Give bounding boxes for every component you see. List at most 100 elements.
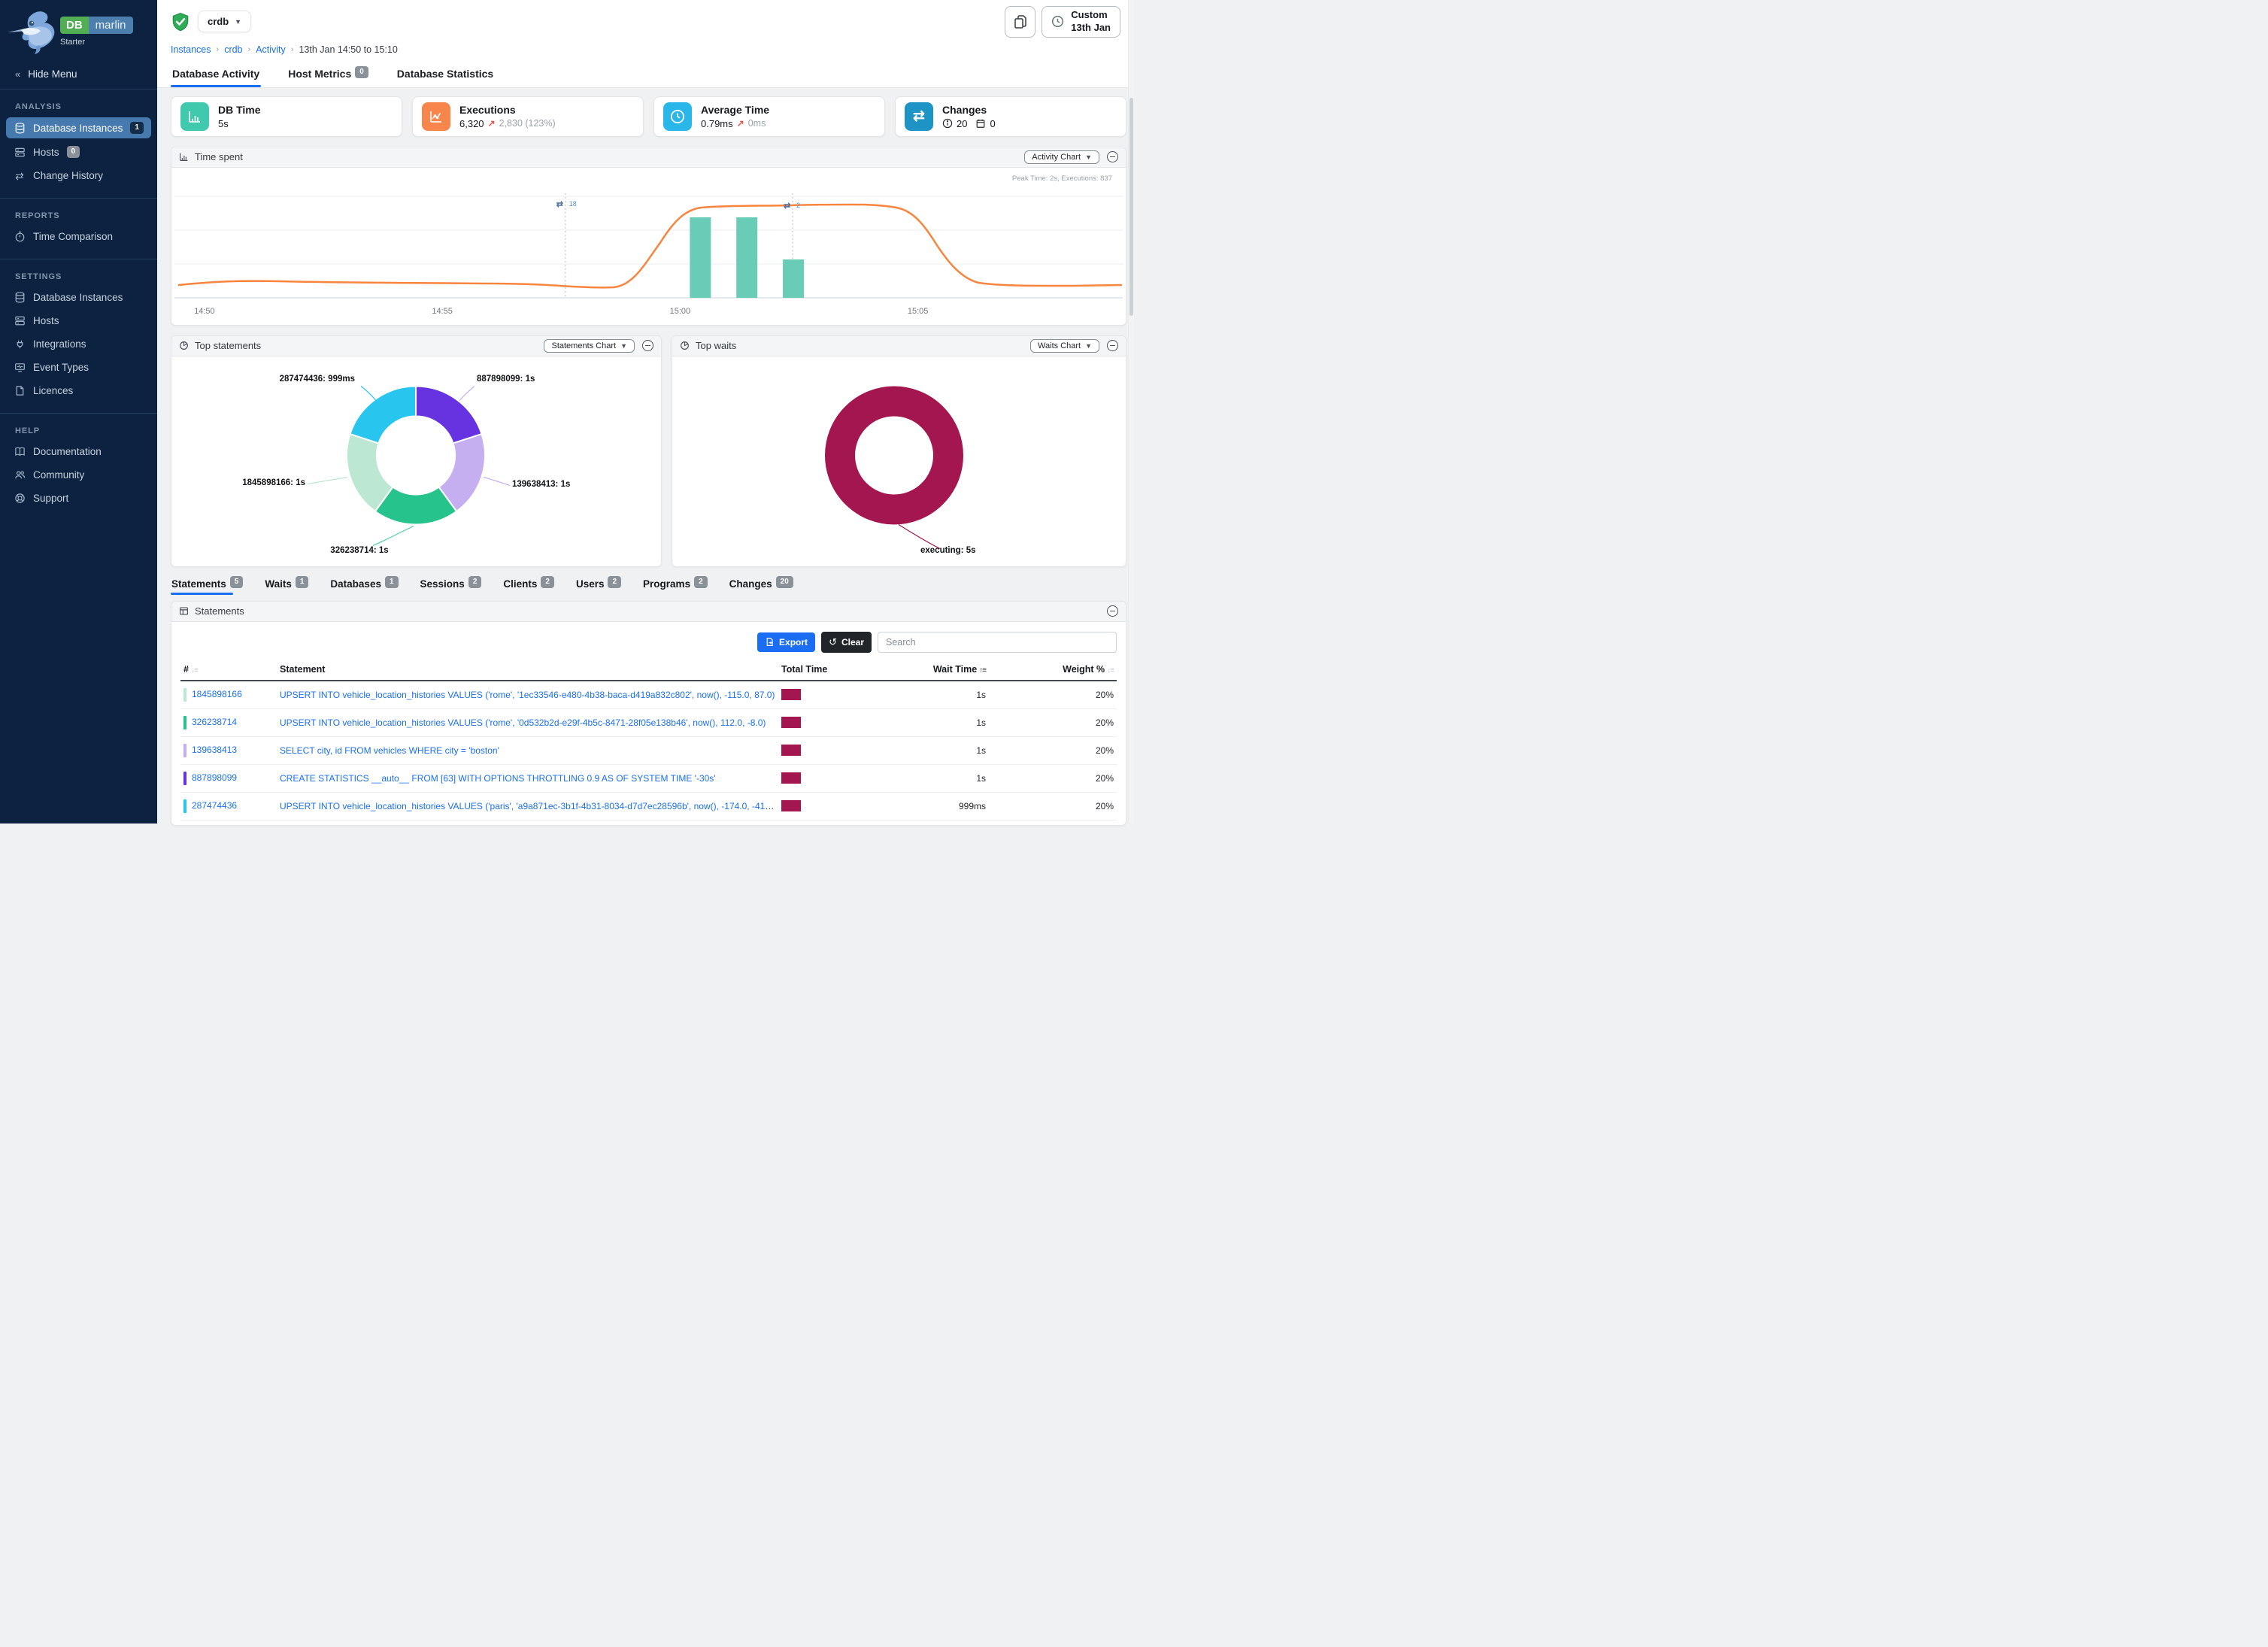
- section-title-settings: SETTINGS: [0, 259, 157, 286]
- waits-chart-selector[interactable]: Waits Chart ▼: [1030, 339, 1099, 353]
- time-spent-chart: Peak Time: 2s, Executions: 837 ⇄ 18 ⇄ 2: [171, 168, 1126, 325]
- table-icon: [179, 606, 189, 616]
- column-header-wait-time[interactable]: Wait Time↑≡: [854, 660, 989, 681]
- donut-label: executing: 5s: [920, 546, 976, 555]
- executions-bar[interactable]: [783, 259, 804, 298]
- breadcrumb-activity[interactable]: Activity: [256, 44, 286, 55]
- statement-id-link[interactable]: 1845898166: [192, 689, 242, 699]
- statement-id-link[interactable]: 326238714: [192, 717, 237, 727]
- section-title-reports: REPORTS: [0, 199, 157, 225]
- breadcrumb-crdb[interactable]: crdb: [224, 44, 242, 55]
- chevron-down-icon: ▼: [1085, 342, 1092, 350]
- donut-slice-executing[interactable]: [840, 401, 948, 509]
- statement-color-chip: [183, 799, 186, 813]
- time-range-button[interactable]: Custom13th Jan: [1042, 6, 1120, 38]
- sidebar-item-documentation[interactable]: Documentation: [6, 441, 151, 462]
- panel-title: Top waits: [696, 340, 736, 351]
- clear-button[interactable]: ↺ Clear: [821, 632, 872, 653]
- scrollbar-thumb[interactable]: [1129, 98, 1133, 316]
- statement-link[interactable]: UPSERT INTO vehicle_location_histories V…: [280, 717, 766, 728]
- sidebar-item-database-instances[interactable]: Database Instances 1: [6, 117, 151, 138]
- sort-icon: ↓≡: [191, 666, 198, 675]
- book-icon: [14, 446, 26, 457]
- change-marker-icon[interactable]: ⇄: [556, 200, 563, 209]
- tab-clients[interactable]: Clients2: [502, 578, 555, 595]
- total-time-bar: [781, 717, 801, 728]
- sidebar-item-time-comparison[interactable]: Time Comparison: [6, 226, 151, 247]
- table-toolbar: Export ↺ Clear: [171, 622, 1126, 660]
- total-time-bar: [781, 772, 801, 784]
- hide-menu-button[interactable]: « Hide Menu: [0, 59, 157, 89]
- sidebar-item-settings-hosts[interactable]: Hosts: [6, 311, 151, 331]
- donut-label: 887898099: 1s: [477, 375, 535, 384]
- tab-database-activity[interactable]: Database Activity: [171, 62, 261, 87]
- collapse-panel-button[interactable]: [1107, 340, 1118, 351]
- activity-chart-selector[interactable]: Activity Chart ▼: [1024, 150, 1099, 164]
- database-icon: [14, 123, 26, 134]
- statement-link[interactable]: SELECT city, id FROM vehicles WHERE city…: [280, 745, 499, 756]
- statement-link[interactable]: UPSERT INTO vehicle_location_histories V…: [280, 801, 775, 811]
- tab-waits[interactable]: Waits1: [264, 578, 309, 595]
- statement-color-chip: [183, 744, 186, 757]
- statement-id-link[interactable]: 287474436: [192, 800, 237, 811]
- sidebar-item-community[interactable]: Community: [6, 465, 151, 485]
- tab-statements[interactable]: Statements5: [171, 578, 244, 595]
- sidebar-item-change-history[interactable]: ⇄ Change History: [6, 165, 151, 186]
- statements-chart-selector[interactable]: Statements Chart ▼: [544, 339, 635, 353]
- time-spent-chart-svg[interactable]: ⇄ 18 ⇄ 2 14:50 14:55 15:00 15:05: [174, 171, 1123, 325]
- tab-changes[interactable]: Changes20: [729, 578, 794, 595]
- statement-link[interactable]: UPSERT INTO vehicle_location_histories V…: [280, 690, 775, 700]
- kpi-row: DB Time 5s Executions 6,320 ↗ 2,830 (123…: [171, 96, 1126, 137]
- executions-bar[interactable]: [736, 217, 757, 298]
- total-time-bar: [781, 745, 801, 756]
- column-header-total-time[interactable]: Total Time: [778, 660, 854, 681]
- sidebar-item-integrations[interactable]: Integrations: [6, 334, 151, 354]
- donut-slice-287474436[interactable]: [350, 386, 417, 443]
- count-badge: 0: [355, 66, 368, 78]
- sidebar: DBmarlin Starter « Hide Menu ANALYSIS Da…: [0, 0, 157, 824]
- statement-color-chip: [183, 716, 186, 729]
- x-tick: 14:55: [432, 307, 452, 316]
- breadcrumb-instances[interactable]: Instances: [171, 44, 211, 55]
- copy-link-button[interactable]: [1005, 6, 1035, 38]
- tab-databases[interactable]: Databases1: [329, 578, 399, 595]
- pie-chart-icon: [179, 341, 189, 350]
- change-marker-icon[interactable]: ⇄: [784, 202, 790, 211]
- top-statements-panel: Top statements Statements Chart ▼: [171, 335, 662, 567]
- instance-selector[interactable]: crdb ▼: [198, 11, 251, 32]
- collapse-panel-button[interactable]: [1107, 151, 1118, 162]
- executions-bar[interactable]: [690, 217, 711, 298]
- main-tabs: Database Activity Host Metrics0 Database…: [171, 62, 1120, 87]
- donut-slice-887898099[interactable]: [416, 386, 482, 443]
- sidebar-item-support[interactable]: Support: [6, 488, 151, 508]
- table-row: 326238714 UPSERT INTO vehicle_location_h…: [180, 708, 1117, 736]
- breadcrumb: Instances › crdb › Activity › 13th Jan 1…: [171, 38, 1120, 58]
- statement-id-link[interactable]: 139638413: [192, 745, 237, 755]
- tab-database-statistics[interactable]: Database Statistics: [396, 62, 495, 87]
- bar-chart-icon: [180, 102, 209, 131]
- sidebar-item-event-types[interactable]: Event Types: [6, 357, 151, 378]
- tab-sessions[interactable]: Sessions2: [420, 578, 483, 595]
- sidebar-item-licences[interactable]: Licences: [6, 381, 151, 401]
- column-header-weight[interactable]: Weight %↓≡: [989, 660, 1117, 681]
- sidebar-item-hosts[interactable]: Hosts 0: [6, 141, 151, 162]
- tab-users[interactable]: Users2: [575, 578, 622, 595]
- db-time-line[interactable]: [179, 205, 1121, 287]
- column-header-id[interactable]: #↓≡: [180, 660, 277, 681]
- tab-host-metrics[interactable]: Host Metrics0: [287, 62, 370, 87]
- collapse-panel-button[interactable]: [1107, 605, 1118, 617]
- content: DB Time 5s Executions 6,320 ↗ 2,830 (123…: [157, 88, 1134, 836]
- statement-link[interactable]: CREATE STATISTICS __auto__ FROM [63] WIT…: [280, 773, 716, 784]
- breadcrumb-current: 13th Jan 14:50 to 15:10: [299, 44, 397, 55]
- x-tick: 14:50: [194, 307, 214, 316]
- section-title-analysis: ANALYSIS: [0, 89, 157, 116]
- sidebar-item-settings-database-instances[interactable]: Database Instances: [6, 287, 151, 308]
- column-header-statement[interactable]: Statement: [277, 660, 778, 681]
- search-input[interactable]: [878, 632, 1117, 653]
- info-circle-icon: [942, 118, 953, 129]
- tab-programs[interactable]: Programs2: [642, 578, 708, 595]
- collapse-panel-button[interactable]: [642, 340, 653, 351]
- export-button[interactable]: Export: [757, 632, 815, 652]
- statement-id-link[interactable]: 887898099: [192, 772, 237, 783]
- table-row: 139638413 SELECT city, id FROM vehicles …: [180, 736, 1117, 764]
